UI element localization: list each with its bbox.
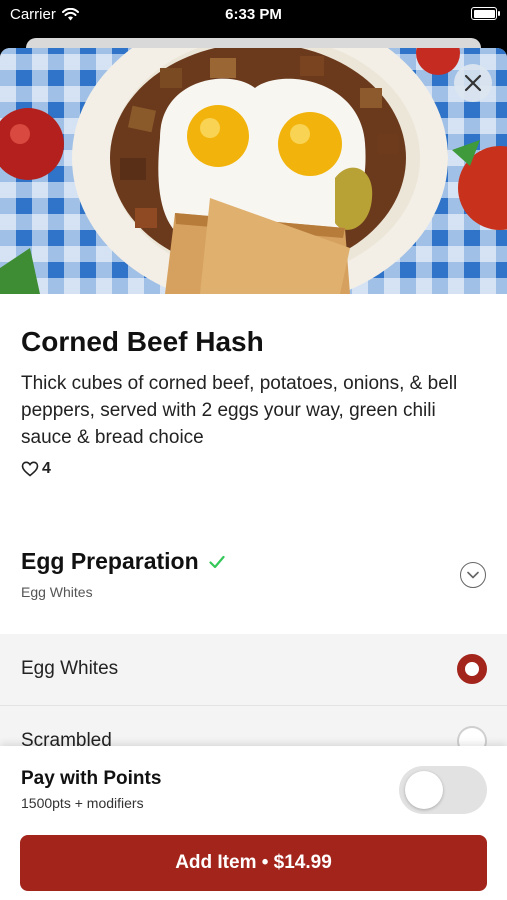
chevron-down-circle-icon[interactable] (460, 562, 486, 588)
like-count: 4 (42, 460, 51, 477)
pay-with-points-toggle[interactable] (399, 766, 487, 814)
status-time: 6:33 PM (225, 6, 282, 23)
toggle-knob (405, 771, 443, 809)
radio-selected[interactable] (457, 654, 487, 684)
item-detail-sheet: Corned Beef Hash Thick cubes of corned b… (0, 48, 507, 900)
item-title: Corned Beef Hash (21, 326, 264, 357)
checkmark-icon (209, 555, 225, 568)
section-title-row: Egg Preparation (21, 548, 225, 575)
heart-outline-icon (21, 461, 39, 477)
add-item-button[interactable]: Add Item • $14.99 (20, 835, 487, 891)
like-button[interactable]: 4 (21, 460, 51, 478)
item-photo (0, 48, 507, 294)
food-illustration (0, 48, 507, 294)
close-button[interactable] (454, 64, 492, 102)
option-label: Egg Whites (21, 658, 119, 679)
battery-icon (471, 7, 500, 20)
pay-with-points-label: Pay with Points (21, 768, 162, 789)
item-description: Thick cubes of corned beef, potatoes, on… (21, 373, 458, 448)
status-bar: Carrier 6:33 PM (0, 0, 507, 30)
section-title: Egg Preparation (21, 548, 199, 574)
section-selected-summary: Egg Whites (21, 584, 93, 600)
close-icon (464, 74, 482, 92)
pay-with-points-detail: 1500pts + modifiers (21, 795, 144, 811)
option-egg-whites[interactable]: Egg Whites (0, 634, 507, 706)
egg-preparation-header[interactable]: Egg Preparation Egg Whites (0, 538, 507, 628)
checkout-footer: Pay with Points 1500pts + modifiers Add … (0, 746, 507, 900)
